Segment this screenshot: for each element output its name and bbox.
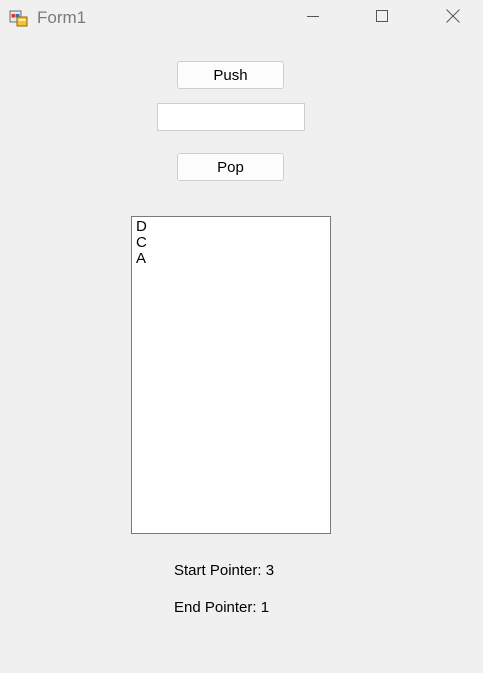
list-item[interactable]: A: [136, 251, 330, 267]
window-title: Form1: [37, 8, 87, 27]
list-item[interactable]: D: [136, 219, 330, 235]
start-pointer-label: Start Pointer: 3: [174, 562, 275, 579]
end-pointer-label: End Pointer: 1: [174, 599, 270, 616]
maximize-button[interactable]: [359, 0, 405, 36]
maximize-icon: [375, 9, 389, 28]
push-button[interactable]: Push: [177, 61, 284, 89]
stack-listbox[interactable]: D C A: [131, 216, 331, 534]
app-icon: [9, 8, 29, 28]
close-icon: [445, 8, 461, 29]
minimize-button[interactable]: [290, 0, 336, 36]
list-item[interactable]: C: [136, 235, 330, 251]
minimize-icon: [306, 9, 320, 28]
value-input[interactable]: [157, 103, 305, 131]
close-button[interactable]: [430, 0, 476, 36]
form1-window: Form1 Push Pop D C A Start Pointer: 3 En…: [0, 0, 483, 673]
pop-button[interactable]: Pop: [177, 153, 284, 181]
title-bar[interactable]: Form1: [0, 0, 483, 36]
